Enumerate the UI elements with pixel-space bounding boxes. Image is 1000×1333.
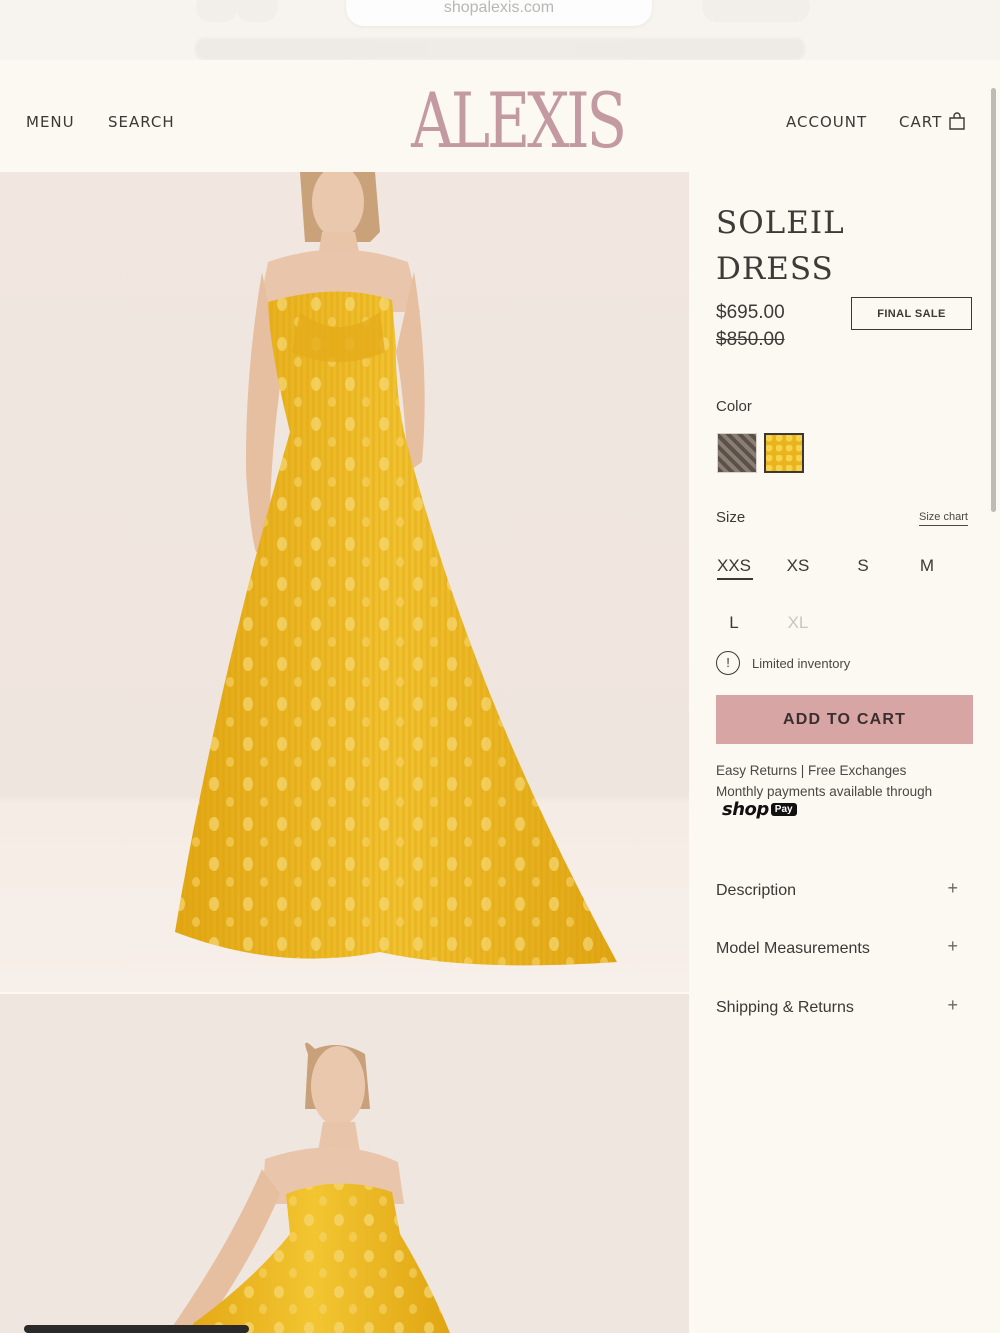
site-logo[interactable]: ALEXIS [411, 78, 627, 164]
final-sale-badge: FINAL SALE [851, 297, 972, 330]
size-option-xxs[interactable]: XXS [714, 556, 754, 576]
accordion-label: Model Measurements [716, 940, 870, 957]
shop-pay-wordmark: shop [722, 799, 769, 820]
size-option-l[interactable]: L [714, 613, 754, 633]
accordion-description[interactable]: Description + [716, 878, 960, 910]
size-label: Size [716, 509, 746, 526]
browser-toolbar: shopalexis.com [0, 0, 1000, 60]
dress-photo-front [175, 172, 617, 966]
accordion-model-measurements[interactable]: Model Measurements + [716, 936, 960, 968]
product-image-front[interactable] [0, 172, 689, 992]
browser-actions[interactable] [702, 0, 810, 22]
size-chart-link[interactable]: Size chart [919, 511, 968, 526]
limited-inventory-text: Limited inventory [752, 656, 851, 671]
accordion-shipping-returns[interactable]: Shipping & Returns + [716, 995, 960, 1027]
size-option-xs[interactable]: XS [778, 556, 818, 576]
exclamation-circle-icon: ! [716, 651, 740, 675]
shop-pay-badge: Pay [770, 803, 797, 816]
browser-tab-bar [195, 38, 805, 60]
home-indicator[interactable] [24, 1325, 249, 1333]
color-swatch-black-pattern[interactable] [717, 433, 757, 473]
accordion-label: Description [716, 882, 797, 899]
search-link[interactable]: SEARCH [108, 113, 175, 131]
page-scrollbar[interactable] [991, 88, 996, 512]
installments-info: Monthly payments available through [716, 784, 933, 799]
dress-photo-detail [168, 1042, 450, 1333]
shop-pay-logo[interactable]: shop Pay [722, 799, 797, 820]
returns-info: Easy Returns | Free Exchanges [716, 763, 907, 778]
menu-link[interactable]: MENU [26, 113, 75, 131]
product-title: SOLEIL DRESS [716, 205, 845, 287]
browser-forward-button[interactable] [236, 0, 278, 22]
color-label: Color [716, 398, 752, 415]
site-header: MENU SEARCH ALEXIS ACCOUNT CART [0, 60, 1000, 172]
browser-back-button[interactable] [196, 0, 238, 22]
size-option-s[interactable]: S [843, 556, 883, 576]
shopping-bag-icon[interactable] [947, 111, 967, 131]
size-option-xl-unavailable[interactable]: XL [778, 613, 818, 633]
plus-icon[interactable]: + [947, 995, 958, 1016]
cart-link[interactable]: CART [899, 113, 942, 131]
plus-icon[interactable]: + [947, 936, 958, 957]
plus-icon[interactable]: + [947, 878, 958, 899]
address-bar[interactable]: shopalexis.com [346, 0, 652, 26]
color-swatch-yellow[interactable] [764, 433, 804, 473]
account-link[interactable]: ACCOUNT [786, 113, 867, 131]
product-image-detail[interactable] [0, 994, 689, 1333]
sale-price: $695.00 [716, 302, 785, 323]
compare-price: $850.00 [716, 329, 785, 350]
size-option-m[interactable]: M [907, 556, 947, 576]
add-to-cart-button[interactable]: ADD TO CART [716, 695, 973, 744]
accordion-label: Shipping & Returns [716, 999, 854, 1016]
selected-size-underline [717, 578, 753, 580]
